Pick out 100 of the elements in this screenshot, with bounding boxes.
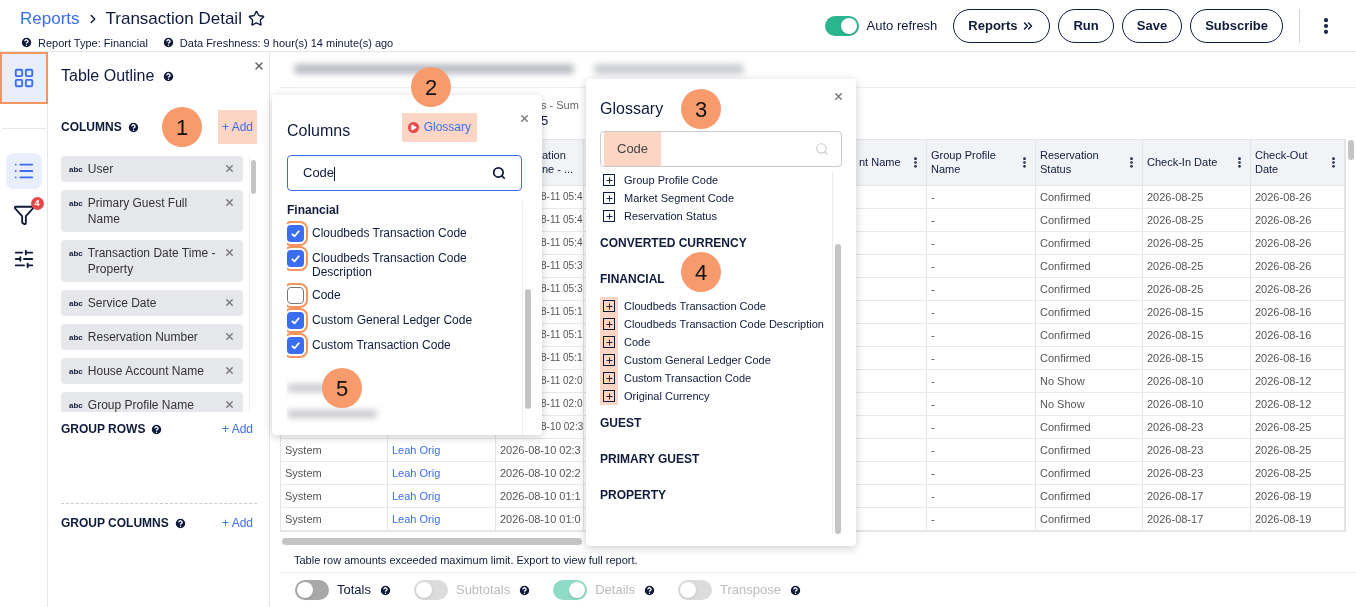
remove-icon[interactable] [224,247,236,258]
table-cell-text: 8-11 05:1 [541,305,583,320]
help-icon[interactable] [161,36,175,50]
table-cell-text: - [931,189,935,205]
summary-value: 5 [541,113,549,130]
table-cell-text: - [931,396,935,412]
remove-icon[interactable] [224,197,236,208]
add-link[interactable]: + Add [221,514,257,532]
breadcrumb-link[interactable]: Reports [20,6,80,32]
glossary-item[interactable]: Custom Transaction Code [624,369,752,387]
remove-icon[interactable] [224,365,236,376]
star-icon[interactable] [247,10,265,28]
table-cell-text: 2026-08-19 [1255,488,1312,504]
table-cell-text: 2026-08-26 [1255,281,1312,297]
glossary-item[interactable]: Code [624,333,651,351]
table-cell-text: 2026-08-25 [1147,281,1204,297]
help-icon[interactable] [173,516,187,530]
remove-icon[interactable] [224,331,236,342]
checkbox-label: Cloudbeds Transaction Code [312,226,467,240]
search-icon [815,142,829,156]
table-cell-text: - [931,350,935,366]
help-icon[interactable] [126,120,140,134]
glossary-item[interactable]: Reservation Status [624,207,717,225]
toggle-switch[interactable] [824,16,859,36]
column-header[interactable]: nt Name [859,155,901,170]
popup-title: Glossary [600,99,664,119]
glossary-item[interactable]: Cloudbeds Transaction Code [624,297,766,315]
plus-box-icon[interactable] [603,174,615,186]
remove-icon[interactable] [224,297,236,308]
table-link[interactable]: Leah Orig [392,487,441,505]
scrollbar[interactable] [832,171,842,534]
scrollbar[interactable] [249,156,257,412]
column-chip[interactable]: abc Primary Guest Full Name [61,190,244,232]
check-icon [290,228,301,239]
table-cell-text: Confirmed [1040,350,1091,366]
column-chip[interactable]: abc Transaction Date Time - Property [61,240,244,282]
meta-text: Report Type: Financial [38,35,148,51]
glossary-item[interactable]: Group Profile Code [624,171,719,189]
glossary-heading: PROPERTY [600,487,666,504]
column-chip[interactable]: abc House Account Name [61,358,244,384]
scrollbar[interactable] [522,201,532,435]
help-icon[interactable] [20,36,33,50]
toggle-switch[interactable] [295,580,329,601]
table-cell-text: - [931,327,935,343]
search-field[interactable]: Code [287,155,522,191]
table-cell-text: Confirmed [1040,442,1091,458]
column-chip[interactable]: abc User [61,156,244,182]
type-label: abc [69,248,83,260]
table-cell-text: 2026-08-26 [1255,235,1312,251]
table-cell-text: 2026-08-15 [1147,304,1204,320]
popup-title: Columns [287,121,351,141]
glossary-item[interactable]: Market Segment Code [624,189,735,207]
help-icon[interactable] [378,583,392,597]
help-icon[interactable] [788,583,802,597]
table-link[interactable]: Leah Orig [392,441,441,459]
column-chip[interactable]: abc Group Profile Name [61,392,244,412]
table-cell-text: 2026-08-26 [1255,258,1312,274]
search-field[interactable]: Code [600,131,842,167]
table-cell-text: 2026-08-25 [1147,212,1204,228]
group-heading: Financial [287,202,340,219]
column-header[interactable]: Check-In Date [1147,155,1218,170]
chip-label: Group Profile Name [87,397,195,412]
table-cell-text: Confirmed [1040,189,1091,205]
table-link[interactable]: Leah Orig [392,510,441,528]
table-cell-text: 8-11 02:0 [541,374,583,389]
section-label: GROUP COLUMNS [61,515,169,532]
help-icon[interactable] [162,69,176,83]
section-label: COLUMNS [61,119,122,136]
help-icon[interactable] [642,583,656,597]
plus-box-icon[interactable] [603,192,615,204]
glossary-item[interactable]: Custom General Ledger Code [624,351,771,369]
help-icon[interactable] [518,583,532,597]
sidebar-tab[interactable]: 4 [5,197,42,233]
glossary-item[interactable]: Original Currency [624,387,710,405]
table-link[interactable]: Leah Orig [392,464,441,482]
table-cell-text: Confirmed [1040,488,1091,504]
close-icon[interactable] [253,60,265,72]
column-header[interactable]: Group Profile Name [931,148,1018,177]
help-icon[interactable] [150,422,164,436]
table-cell-text: 2026-08-10 [1147,373,1204,389]
chip-label: Transaction Date Time - Property [87,245,217,277]
column-header[interactable]: Check-Out Date [1255,148,1327,177]
glossary-item[interactable]: Cloudbeds Transaction Code Description [624,315,824,333]
column-chip[interactable]: abc Service Date [61,290,244,316]
remove-icon[interactable] [224,163,236,174]
plus-box-icon[interactable] [603,210,615,222]
column-header[interactable]: Reservation Status [1040,148,1125,177]
column-chip[interactable]: abc Reservation Number [61,324,244,350]
add-link[interactable]: + Add [221,420,257,438]
table-cell-text: 2026-08-10 [1147,396,1204,412]
close-icon[interactable] [833,91,844,102]
table-cell-text: 8-11 05:1 [541,351,583,366]
table-cell-text: 8-11 02:0 [541,397,583,412]
checkbox-label: Custom General Ledger Code [312,313,473,327]
remove-icon[interactable] [224,399,236,410]
close-icon[interactable] [519,113,530,124]
table-cell-text: Confirmed [1040,304,1091,320]
column-header[interactable]: ation ne - ... [542,148,574,177]
table-cell-text: System [285,511,322,527]
table-cell-text: Confirmed [1040,327,1091,343]
